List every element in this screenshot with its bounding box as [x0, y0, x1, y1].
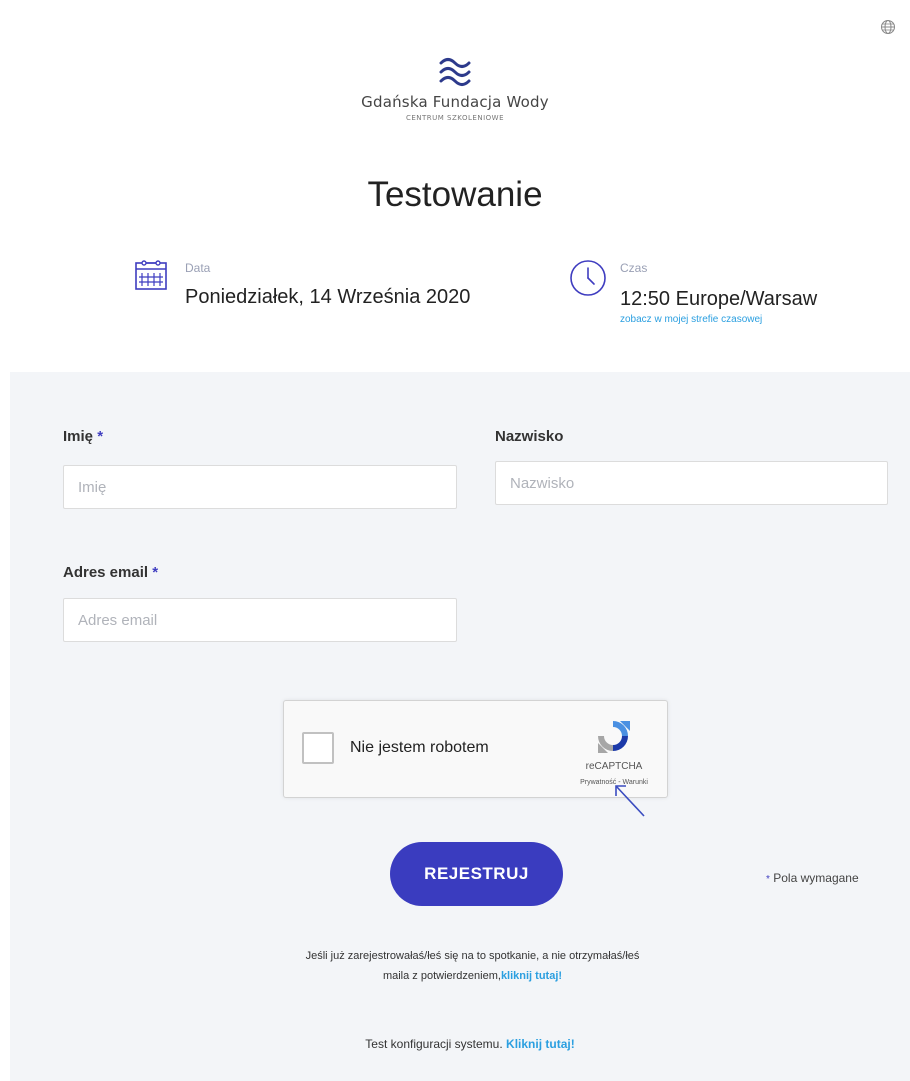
timezone-link[interactable]: zobacz w mojej strefie czasowej: [620, 314, 762, 325]
system-check: Test konfiguracji systemu. Kliknij tutaj…: [290, 1037, 650, 1051]
required-star: *: [766, 874, 770, 885]
syscheck-text: Test konfiguracji systemu.: [365, 1037, 503, 1051]
page-title: Testowanie: [367, 175, 543, 214]
calendar-icon: [135, 260, 167, 290]
last-name-label-text: Nazwisko: [495, 428, 564, 445]
recaptcha-label: Nie jestem robotem: [350, 739, 489, 756]
first-name-label-text: Imię: [63, 428, 94, 445]
date-value: Poniedziałek, 14 Września 2020: [185, 286, 471, 308]
time-label: Czas: [620, 261, 648, 275]
waves-icon: [439, 58, 471, 86]
registration-form: Imię * Nazwisko Adres email * Nie jestem…: [10, 372, 910, 1081]
date-label: Data: [185, 261, 211, 275]
email-label: Adres email *: [63, 564, 158, 581]
email-label-text: Adres email: [63, 564, 149, 581]
required-star: *: [97, 428, 104, 445]
clock-icon: [570, 260, 606, 296]
time-value: 12:50 Europe/Warsaw: [620, 288, 818, 310]
first-name-input[interactable]: [63, 465, 457, 509]
already-registered-info: Jeśli już zarejestrowałaś/łeś się na to …: [300, 946, 645, 986]
recaptcha-icon: [598, 721, 630, 753]
globe-icon[interactable]: [880, 19, 896, 35]
pointer-arrow-icon: [615, 785, 645, 817]
resend-confirmation-link[interactable]: kliknij tutaj!: [501, 970, 562, 982]
last-name-label: Nazwisko: [495, 428, 563, 445]
info-text: Jeśli już zarejestrowałaś/łeś się na to …: [305, 950, 640, 982]
register-button[interactable]: REJESTRUJ: [390, 842, 563, 906]
required-star: *: [152, 564, 159, 581]
logo-subtitle: CENTRUM SZKOLENIOWE: [405, 114, 504, 122]
system-check-link[interactable]: Kliknij tutaj!: [506, 1037, 575, 1051]
recaptcha-brand: reCAPTCHA: [585, 761, 643, 772]
logo: Gdańska Fundacja Wody CENTRUM SZKOLENIOW…: [0, 55, 910, 122]
required-fields-note: * Pola wymagane: [766, 871, 859, 885]
first-name-label: Imię *: [63, 428, 103, 445]
email-input[interactable]: [63, 598, 457, 642]
event-time: Czas 12:50 Europe/Warsaw zobacz w mojej …: [568, 258, 868, 338]
required-note-text: Pola wymagane: [773, 871, 859, 885]
last-name-input[interactable]: [495, 461, 888, 505]
logo-name: Gdańska Fundacja Wody: [361, 93, 549, 111]
recaptcha-checkbox[interactable]: [302, 732, 334, 764]
event-date: Data Poniedziałek, 14 Września 2020: [134, 258, 494, 308]
